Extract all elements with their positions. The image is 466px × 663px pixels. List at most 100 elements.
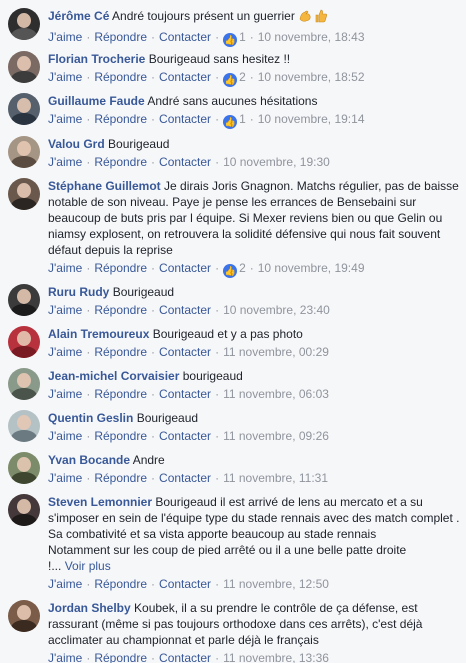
comment-text: Bourigeaud sans hesitez !! [148, 52, 291, 66]
like-link[interactable]: J'aime [48, 387, 82, 401]
comment-text-line: beaucoup de buts pris par l équipe. Si M… [48, 211, 443, 225]
ellipsis-text: !... [48, 559, 62, 573]
comment-text: Andre [132, 453, 165, 467]
comment-text-line: Sa combativité et sa vista apporte beauc… [48, 527, 377, 541]
timestamp[interactable]: 10 novembre, 19:14 [258, 112, 365, 126]
like-link[interactable]: J'aime [48, 651, 82, 663]
timestamp[interactable]: 10 novembre, 18:43 [258, 30, 365, 44]
contact-link[interactable]: Contacter [159, 345, 211, 359]
comment-author[interactable]: Valou Grd [48, 137, 105, 151]
comment-author[interactable]: Jordan Shelby [48, 601, 131, 615]
like-link[interactable]: J'aime [48, 70, 82, 84]
comment-text: Bourigeaud [108, 137, 170, 151]
comment-text: Bourigeaud [112, 285, 175, 299]
avatar[interactable] [8, 136, 40, 168]
like-count[interactable]: 1 [239, 112, 246, 126]
reply-link[interactable]: Répondre [94, 155, 147, 169]
avatar[interactable] [8, 326, 40, 358]
comment-text-line: niamsy explosent, on retrouvera la solid… [48, 227, 441, 241]
avatar[interactable] [8, 178, 40, 210]
see-more-link[interactable]: Voir plus [65, 559, 111, 573]
like-reaction-icon[interactable]: 👍 [223, 33, 238, 47]
contact-link[interactable]: Contacter [159, 429, 211, 443]
like-link[interactable]: J'aime [48, 30, 82, 44]
like-link[interactable]: J'aime [48, 429, 82, 443]
timestamp[interactable]: 10 novembre, 19:49 [258, 261, 365, 275]
comment-author[interactable]: Jean-michel Corvaisier [48, 369, 179, 383]
like-count[interactable]: 2 [239, 70, 246, 84]
timestamp[interactable]: 11 novembre, 09:26 [223, 429, 329, 443]
timestamp[interactable]: 11 novembre, 11:31 [223, 471, 328, 485]
contact-link[interactable]: Contacter [159, 387, 211, 401]
avatar[interactable] [8, 8, 40, 40]
avatar[interactable] [8, 93, 40, 125]
like-count[interactable]: 2 [239, 261, 246, 275]
reply-link[interactable]: Répondre [94, 471, 147, 485]
like-link[interactable]: J'aime [48, 155, 82, 169]
comment-author[interactable]: Ruru Rudy [48, 285, 109, 299]
contact-link[interactable]: Contacter [159, 303, 211, 317]
reply-link[interactable]: Répondre [94, 429, 147, 443]
comment-author[interactable]: Stéphane Guillemot [48, 179, 161, 193]
like-link[interactable]: J'aime [48, 471, 82, 485]
reply-link[interactable]: Répondre [94, 30, 147, 44]
avatar[interactable] [8, 410, 40, 442]
like-link[interactable]: J'aime [48, 261, 82, 275]
avatar[interactable] [8, 368, 40, 400]
reply-link[interactable]: Répondre [94, 577, 147, 591]
comment-text-line: rassurant (même si pas toujours orthodox… [48, 617, 423, 631]
timestamp[interactable]: 10 novembre, 19:30 [223, 155, 330, 169]
comment-text: Bourigeaud et y a pas photo [152, 327, 303, 341]
avatar[interactable] [8, 452, 40, 484]
comment-author[interactable]: Alain Tremoureux [48, 327, 149, 341]
contact-link[interactable]: Contacter [159, 30, 211, 44]
contact-link[interactable]: Contacter [159, 261, 211, 275]
comment-text: Bourigeaud il est arrivé de lens au merc… [155, 495, 423, 509]
comment-text: Bourigeaud [136, 411, 199, 425]
avatar[interactable] [8, 51, 40, 83]
timestamp[interactable]: 11 novembre, 13:36 [223, 651, 329, 663]
like-link[interactable]: J'aime [48, 112, 82, 126]
thumbs-up-emoji-icon [314, 9, 328, 27]
like-link[interactable]: J'aime [48, 577, 82, 591]
contact-link[interactable]: Contacter [159, 577, 211, 591]
comment-text-line: Notamment sur les coup de pied arrêté ou… [48, 543, 407, 557]
comment-text-line: notable de son niveau. Paye je pense les… [48, 195, 417, 209]
like-link[interactable]: J'aime [48, 345, 82, 359]
reply-link[interactable]: Répondre [94, 303, 147, 317]
like-reaction-icon[interactable]: 👍 [223, 73, 238, 87]
reply-link[interactable]: Répondre [94, 387, 147, 401]
avatar[interactable] [8, 600, 40, 632]
timestamp[interactable]: 10 novembre, 23:40 [223, 303, 330, 317]
contact-link[interactable]: Contacter [159, 155, 211, 169]
reply-link[interactable]: Répondre [94, 651, 147, 663]
contact-link[interactable]: Contacter [159, 651, 211, 663]
timestamp[interactable]: 11 novembre, 12:50 [223, 577, 329, 591]
contact-link[interactable]: Contacter [159, 70, 211, 84]
timestamp[interactable]: 11 novembre, 00:29 [223, 345, 329, 359]
comment-author[interactable]: Quentin Geslin [48, 411, 133, 425]
timestamp[interactable]: 10 novembre, 18:52 [258, 70, 365, 84]
like-link[interactable]: J'aime [48, 303, 82, 317]
like-reaction-icon[interactable]: 👍 [223, 115, 238, 129]
reply-link[interactable]: Répondre [94, 261, 147, 275]
reply-link[interactable]: Répondre [94, 112, 147, 126]
timestamp[interactable]: 11 novembre, 06:03 [223, 387, 329, 401]
comment-author[interactable]: Yvan Bocande [48, 453, 130, 467]
comment-text-line: s'imposer en sein de l'équipe type du st… [48, 511, 460, 525]
comment-author[interactable]: Steven Lemonnier [48, 495, 152, 509]
reply-link[interactable]: Répondre [94, 70, 147, 84]
contact-link[interactable]: Contacter [159, 471, 211, 485]
comment-author[interactable]: Florian Trocherie [48, 52, 145, 66]
avatar[interactable] [8, 494, 40, 526]
reply-link[interactable]: Répondre [94, 345, 147, 359]
like-reaction-icon[interactable]: 👍 [223, 264, 238, 278]
comment-author[interactable]: Jérôme Cé [48, 9, 109, 23]
comment-text-line: acclimater au championnat et parle déjà … [48, 633, 319, 647]
comment-text: André sans aucunes hésitations [147, 94, 318, 108]
like-count[interactable]: 1 [239, 30, 246, 44]
avatar[interactable] [8, 284, 40, 316]
comment-text: Je dirais Joris Gnagnon. Matchs régulier… [164, 179, 459, 193]
contact-link[interactable]: Contacter [159, 112, 211, 126]
comment-author[interactable]: Guillaume Faude [48, 94, 145, 108]
